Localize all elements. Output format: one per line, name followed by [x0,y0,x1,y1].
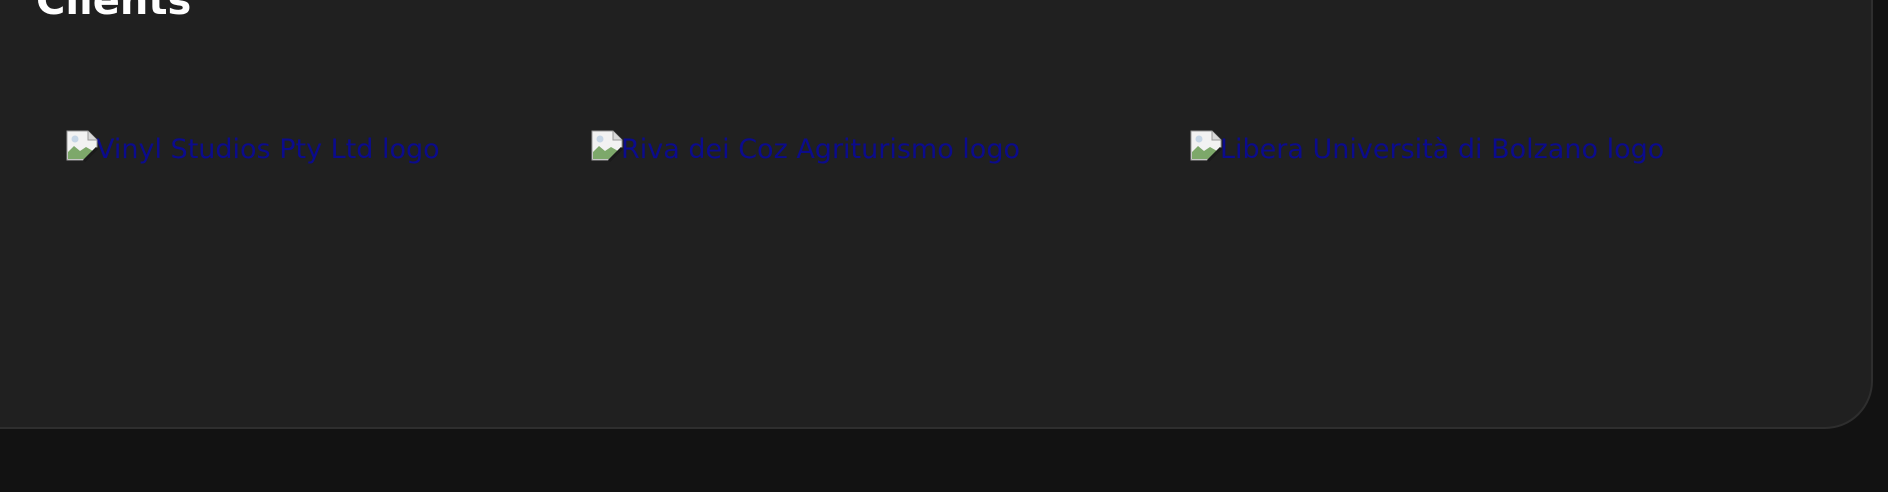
client-logo-libera-universita-bolzano[interactable]: Libera Università di Bolzano logo [1190,128,1664,168]
broken-image-icon [66,130,98,162]
client-logo-riva-dei-coz[interactable]: Riva dei Coz Agriturismo logo [591,128,1020,168]
clients-list: Vinyl Studios Pty Ltd logo Riva dei Coz … [0,128,1888,168]
page: Clients Vinyl Studios Pty Ltd logo Riva … [0,0,1888,492]
clients-card [0,0,1873,429]
section-title: Clients [36,0,192,24]
broken-image-icon [591,130,623,162]
client-logo-vinyl-studios[interactable]: Vinyl Studios Pty Ltd logo [66,128,440,168]
client-logo-alt-text: Libera Università di Bolzano logo [1220,134,1665,165]
client-logo-alt-text: Riva dei Coz Agriturismo logo [621,134,1020,165]
broken-image-icon [1190,130,1222,162]
client-logo-alt-text: Vinyl Studios Pty Ltd logo [96,134,440,165]
